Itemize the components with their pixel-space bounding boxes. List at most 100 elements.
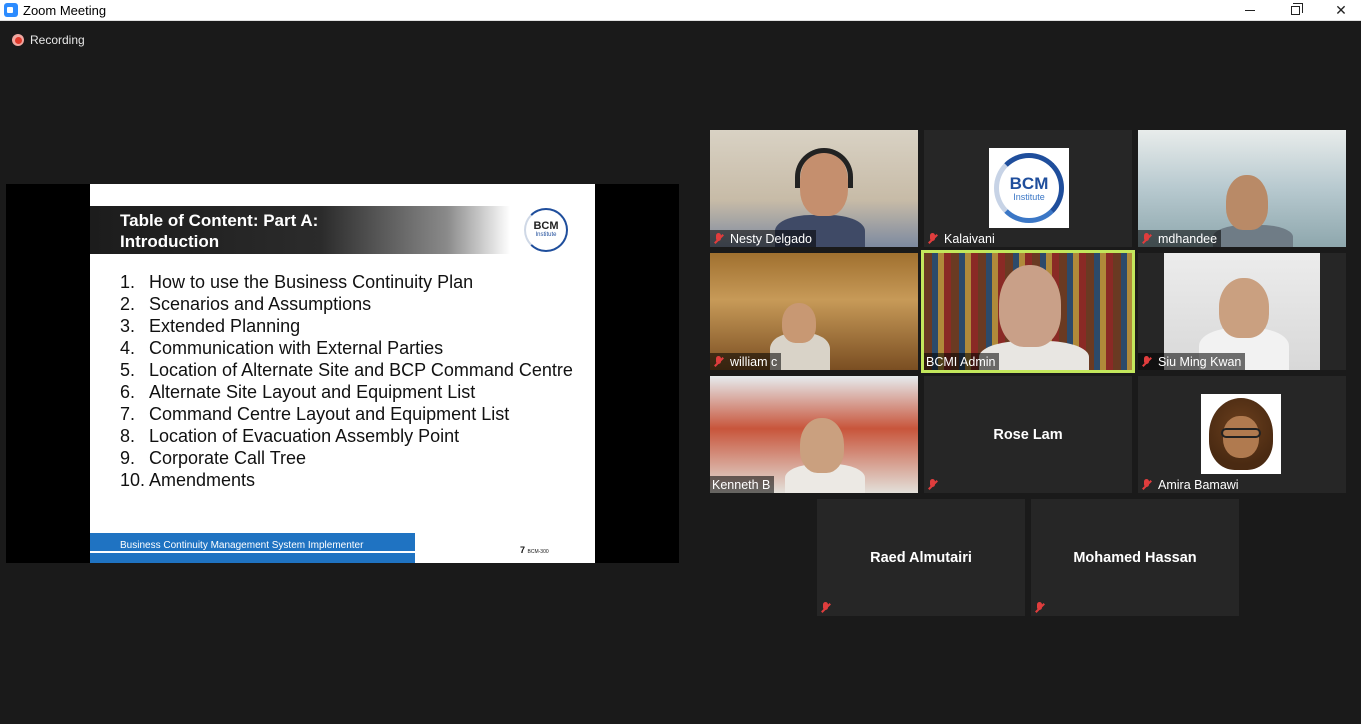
participant-namebar: Siu Ming Kwan [1138,353,1246,370]
participant-avatar [1201,394,1281,474]
toc-number: 7. [120,404,136,424]
participant-name: william c [730,354,778,369]
record-icon [12,34,24,46]
window-titlebar: Zoom Meeting ✕ [0,0,1361,21]
toc-number: 4. [120,338,136,358]
toc-number: 8. [120,426,136,446]
mic-muted-icon [1140,232,1153,245]
zoom-app-icon [4,3,18,17]
toc-number: 2. [120,294,136,314]
recording-indicator[interactable]: Recording [12,33,85,47]
participant-name: Nesty Delgado [730,231,812,246]
restore-icon [1290,3,1303,15]
participant-tile[interactable]: mdhandee [1138,130,1346,247]
toc-text: Amendments [149,470,256,490]
toc-number: 6. [120,382,136,402]
toc-item: 9. Corporate Call Tree [120,448,580,470]
participant-name: Kalaivani [944,231,995,246]
toc-text: Location of Alternate Site and BCP Comma… [149,360,573,380]
participant-namebar: mdhandee [1138,230,1222,247]
bcm-ring-icon: BCM Institute [994,153,1064,223]
toc-text: Scenarios and Assumptions [149,294,372,314]
presentation-slide: Table of Content: Part A: Introduction B… [90,184,595,563]
toc-item: 10. Amendments [120,470,580,492]
participant-name: Siu Ming Kwan [1158,354,1242,369]
toc-item: 7. Command Centre Layout and Equipment Li… [120,404,580,426]
toc-text: How to use the Business Continuity Plan [149,272,474,292]
slide-footer-text: Business Continuity Management System Im… [120,540,364,551]
mic-muted-icon [712,355,725,368]
slide-page-number: 7 BCM-300 [520,545,549,555]
minimize-icon [1245,10,1255,11]
toc-number: 5. [120,360,136,380]
participant-tile[interactable]: Nesty Delgado [710,130,918,247]
logo-text-main: BCM [533,220,559,232]
toc-number: 3. [120,316,136,336]
toc-item: 5. Location of Alternate Site and BCP Com… [120,360,580,382]
slide-title: Table of Content: Part A: Introduction [120,211,319,251]
participant-tile[interactable]: BCM Institute Kalaivani [924,130,1132,247]
mic-muted-icon [1140,355,1153,368]
toc-item: 6. Alternate Site Layout and Equipment Li… [120,382,580,404]
participant-name-center: Mohamed Hassan [1073,549,1197,566]
logo-text-sub: Institute [1013,191,1045,202]
participant-namebar: Kalaivani [924,230,999,247]
participant-name: Kenneth B [712,477,771,492]
participant-name-center: Rose Lam [993,426,1063,443]
participant-tile-active-speaker[interactable]: BCMI Admin [921,250,1135,373]
window-title: Zoom Meeting [23,3,107,18]
toc-text: Alternate Site Layout and Equipment List [149,382,476,402]
participant-name: Amira Bamawi [1158,477,1239,492]
toc-item: 4. Communication with External Parties [120,338,580,360]
participant-tile[interactable]: Amira Bamawi [1138,376,1346,493]
toc-text: Location of Evacuation Assembly Point [149,426,460,446]
participant-name: mdhandee [1158,231,1218,246]
toc-text: Corporate Call Tree [149,448,307,468]
close-button[interactable]: ✕ [1318,0,1361,21]
logo-text-main: BCM [1009,173,1049,193]
toc-item: 2. Scenarios and Assumptions [120,294,580,316]
toc-text: Communication with External Parties [149,338,444,358]
toc-item: 3. Extended Planning [120,316,580,338]
participant-tile[interactable]: Siu Ming Kwan [1138,253,1346,370]
bcm-institute-logo: BCM Institute [989,148,1069,228]
toc-item: 8. Location of Evacuation Assembly Point [120,426,580,448]
close-icon: ✕ [1335,2,1347,18]
participant-tile[interactable]: Mohamed Hassan [1031,499,1239,616]
mic-muted-icon [1033,601,1046,614]
page-number: 7 [520,545,526,555]
footer-divider [90,551,415,553]
participant-namebar [1031,599,1050,616]
recording-label: Recording [30,33,85,47]
toc-text: Extended Planning [149,316,301,336]
participant-tile[interactable]: william c [710,253,918,370]
mic-muted-icon [819,601,832,614]
toc-item: 1. How to use the Business Continuity Pla… [120,272,580,294]
toc-number: 9. [120,448,136,468]
mic-muted-icon [712,232,725,245]
toc-number: 10. [120,470,146,490]
participant-namebar: BCMI Admin [924,353,1000,370]
participant-tile[interactable]: Raed Almutairi [817,499,1025,616]
participant-namebar: Nesty Delgado [710,230,816,247]
participant-tile[interactable]: Kenneth B [710,376,918,493]
mic-muted-icon [926,478,939,491]
participant-namebar: Kenneth B [710,476,775,493]
toc-number: 1. [120,272,136,292]
table-of-contents: 1. How to use the Business Continuity Pla… [120,272,580,492]
participant-tile[interactable]: Rose Lam [924,376,1132,493]
course-code: BCM-300 [527,549,549,555]
participant-name-center: Raed Almutairi [870,549,972,566]
participant-namebar [924,476,943,493]
mic-muted-icon [1140,478,1153,491]
bcm-institute-logo: BCM Institute [524,208,568,252]
mic-muted-icon [926,232,939,245]
participant-namebar: william c [710,353,782,370]
toc-text: Command Centre Layout and Equipment List [149,404,510,424]
participant-name: BCMI Admin [926,354,996,369]
restore-button[interactable] [1272,0,1318,21]
minimize-button[interactable] [1227,0,1273,21]
shared-screen[interactable]: Table of Content: Part A: Introduction B… [6,184,679,563]
participant-namebar: Amira Bamawi [1138,476,1243,493]
participant-namebar [817,599,836,616]
